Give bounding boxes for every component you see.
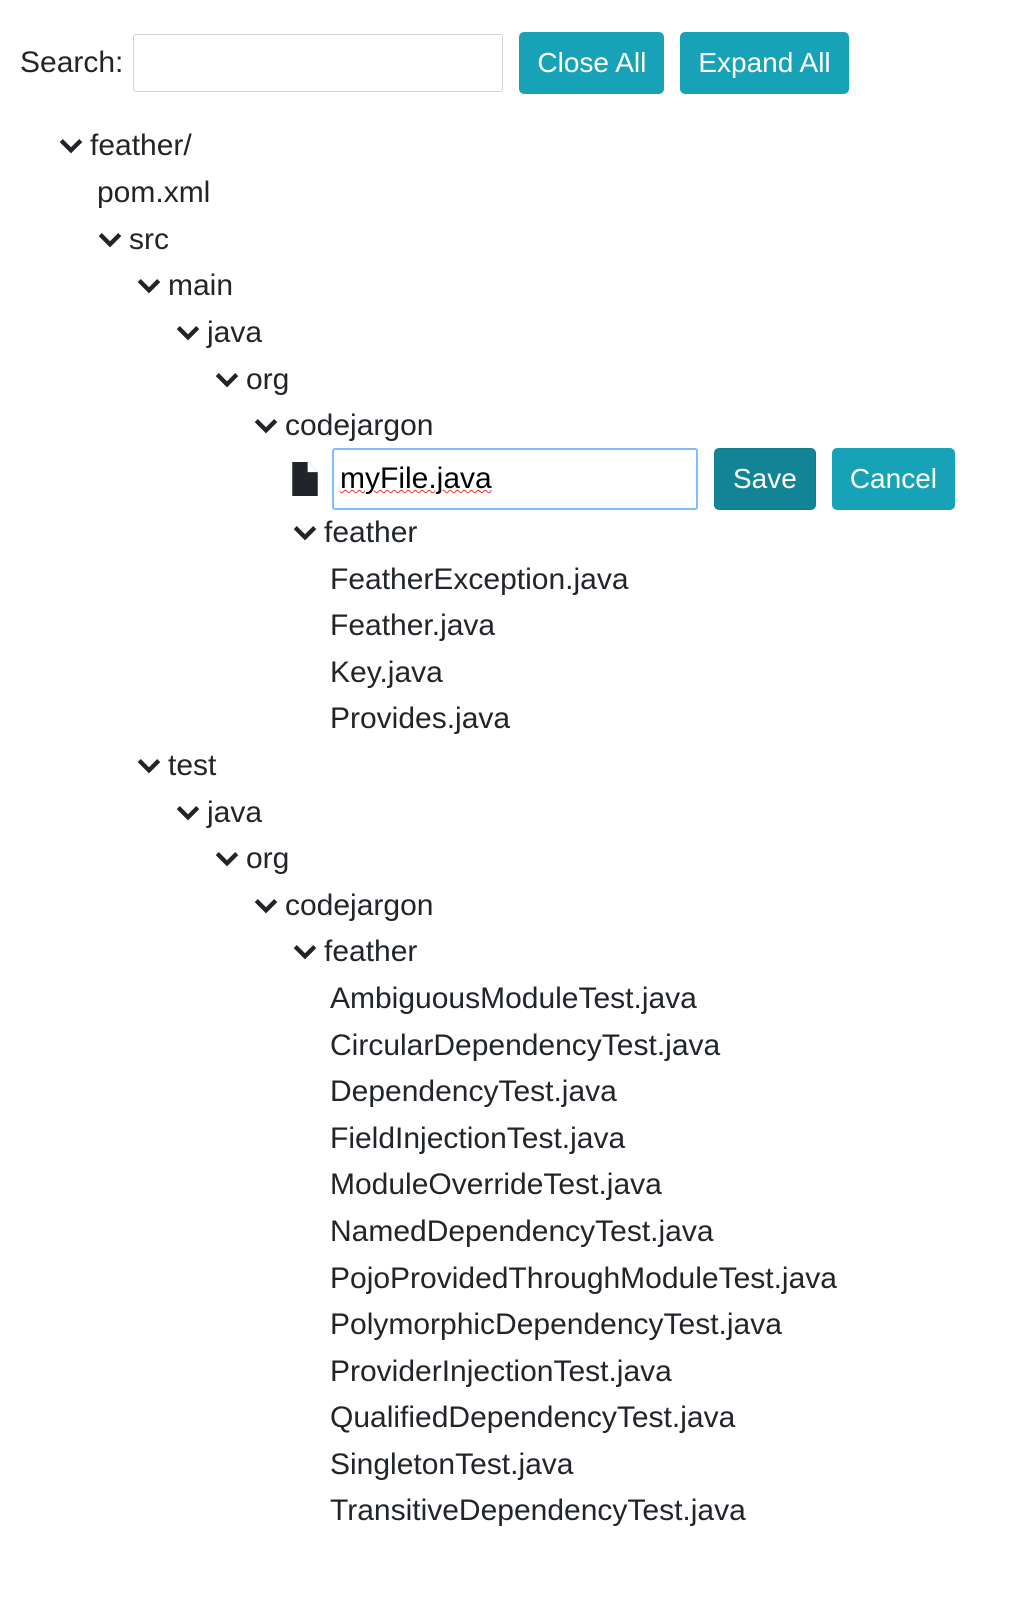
tree-node-label: DependencyTest.java xyxy=(330,1075,617,1108)
search-label: Search: xyxy=(20,46,124,79)
tree-file[interactable]: NamedDependencyTest.java xyxy=(330,1210,714,1254)
chevron-down-icon[interactable] xyxy=(214,846,240,872)
tree-node-main-java[interactable]: java xyxy=(175,311,262,355)
tree-file[interactable]: PolymorphicDependencyTest.java xyxy=(330,1303,782,1347)
tree-file[interactable]: FieldInjectionTest.java xyxy=(330,1117,625,1161)
tree-node-pom[interactable]: pom.xml xyxy=(97,171,210,215)
tree-node-label: NamedDependencyTest.java xyxy=(330,1215,714,1248)
tree-node-label: org xyxy=(246,363,290,396)
chevron-down-icon[interactable] xyxy=(214,367,240,393)
chevron-down-icon[interactable] xyxy=(136,273,162,299)
save-button[interactable]: Save xyxy=(714,448,816,510)
tree-node-test-feather[interactable]: feather xyxy=(292,930,417,974)
tree-file[interactable]: CircularDependencyTest.java xyxy=(330,1024,720,1068)
tree-node-label: FeatherException.java xyxy=(330,563,629,596)
tree-node-label: PolymorphicDependencyTest.java xyxy=(330,1308,782,1341)
chevron-down-icon[interactable] xyxy=(253,413,279,439)
tree-node-label: java xyxy=(207,316,263,349)
chevron-down-icon[interactable] xyxy=(175,320,201,346)
chevron-down-icon[interactable] xyxy=(292,939,318,965)
tree-node-test-org[interactable]: org xyxy=(214,837,289,881)
chevron-down-icon[interactable] xyxy=(97,227,123,253)
tree-file[interactable]: Feather.java xyxy=(330,604,495,648)
cancel-button[interactable]: Cancel xyxy=(831,448,955,510)
tree-file[interactable]: ProviderInjectionTest.java xyxy=(330,1350,672,1394)
close-all-button[interactable]: Close All xyxy=(519,32,665,94)
tree-node-label: feather xyxy=(324,935,418,968)
tree-node-label: QualifiedDependencyTest.java xyxy=(330,1401,736,1434)
tree-node-test-java[interactable]: java xyxy=(175,791,262,835)
tree-node-main-codejargon[interactable]: codejargon xyxy=(253,404,433,448)
tree-node-label: AmbiguousModuleTest.java xyxy=(330,982,697,1015)
chevron-down-icon[interactable] xyxy=(292,520,318,546)
tree-node-label: java xyxy=(207,796,263,829)
chevron-down-icon[interactable] xyxy=(253,893,279,919)
tree-node-label: Key.java xyxy=(330,656,443,689)
tree-node-label: org xyxy=(246,842,290,875)
tree-file[interactable]: FeatherException.java xyxy=(330,558,629,602)
tree-node-label: pom.xml xyxy=(97,176,211,209)
chevron-down-icon[interactable] xyxy=(175,800,201,826)
tree-node-label: SingletonTest.java xyxy=(330,1448,574,1481)
tree-node-label: ProviderInjectionTest.java xyxy=(330,1355,672,1388)
tree-node-test[interactable]: test xyxy=(136,744,216,788)
tree-node-label: codejargon xyxy=(285,889,434,922)
tree-node-label: CircularDependencyTest.java xyxy=(330,1029,721,1062)
tree-node-label: main xyxy=(168,269,234,302)
tree-file[interactable]: Key.java xyxy=(330,651,443,695)
new-file-name-input[interactable] xyxy=(332,448,698,510)
tree-file[interactable]: Provides.java xyxy=(330,697,510,741)
tree-node-label: feather xyxy=(324,516,418,549)
tree-node-src[interactable]: src xyxy=(97,218,169,262)
tree-node-main-org[interactable]: org xyxy=(214,358,289,402)
toolbar: Search: Close All Expand All xyxy=(20,32,865,94)
tree-node-label: src xyxy=(129,223,169,256)
file-icon xyxy=(292,462,318,496)
new-file-row: Save Cancel xyxy=(292,448,971,510)
tree-node-main-feather[interactable]: feather xyxy=(292,511,417,555)
tree-file[interactable]: QualifiedDependencyTest.java xyxy=(330,1396,735,1440)
tree-node-label: FieldInjectionTest.java xyxy=(330,1122,626,1155)
tree-node-label: ModuleOverrideTest.java xyxy=(330,1168,662,1201)
tree-node-test-codejargon[interactable]: codejargon xyxy=(253,884,433,928)
tree-file[interactable]: ModuleOverrideTest.java xyxy=(330,1163,662,1207)
search-input[interactable] xyxy=(133,34,504,92)
expand-all-button[interactable]: Expand All xyxy=(680,32,849,94)
tree-file[interactable]: TransitiveDependencyTest.java xyxy=(330,1489,746,1533)
tree-node-label: codejargon xyxy=(285,409,434,442)
tree-node-root[interactable]: feather/ xyxy=(58,124,192,168)
tree-node-label: Feather.java xyxy=(330,609,496,642)
chevron-down-icon[interactable] xyxy=(58,133,84,159)
tree-node-label: PojoProvidedThroughModuleTest.java xyxy=(330,1262,837,1295)
tree-node-label: TransitiveDependencyTest.java xyxy=(330,1494,746,1527)
tree-node-label: Provides.java xyxy=(330,702,511,735)
chevron-down-icon[interactable] xyxy=(136,753,162,779)
tree-file[interactable]: PojoProvidedThroughModuleTest.java xyxy=(330,1257,837,1301)
tree-node-label: feather/ xyxy=(90,129,192,162)
tree-node-label: test xyxy=(168,749,217,782)
tree-node-main[interactable]: main xyxy=(136,264,233,308)
tree-file[interactable]: AmbiguousModuleTest.java xyxy=(330,977,697,1021)
tree-file[interactable]: DependencyTest.java xyxy=(330,1070,617,1114)
tree-file[interactable]: SingletonTest.java xyxy=(330,1443,574,1487)
